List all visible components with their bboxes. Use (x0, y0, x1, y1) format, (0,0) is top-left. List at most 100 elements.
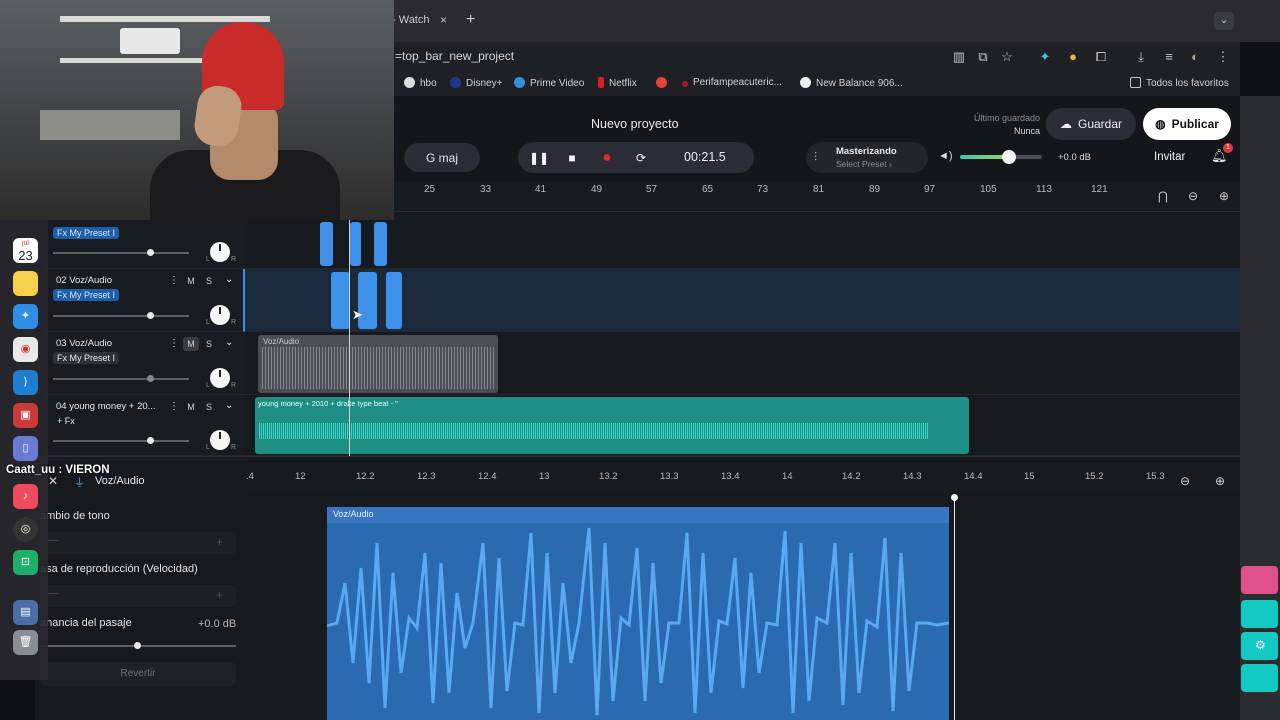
chevron-down-icon[interactable]: ⌄ (225, 337, 233, 348)
track-volume-slider[interactable] (53, 252, 189, 254)
mute-button[interactable]: M (183, 274, 199, 288)
url-text[interactable]: =top_bar_new_project (395, 49, 514, 63)
add-fx-button[interactable]: + Fx (53, 415, 79, 427)
track-menu-icon[interactable]: ⋮ (169, 275, 179, 286)
mute-button[interactable]: M (183, 400, 199, 414)
minus-icon[interactable]: — (48, 535, 58, 546)
stop-icon[interactable]: ■ (563, 149, 581, 167)
playhead[interactable] (349, 212, 350, 462)
zoom-in-icon[interactable]: ⊕ (1215, 474, 1225, 488)
music-icon[interactable]: ♪ (13, 484, 38, 509)
invite-button[interactable]: Invitar (1154, 151, 1185, 163)
pause-icon[interactable]: ❚❚ (529, 149, 549, 167)
zoom-in-icon[interactable]: ⊕ (1219, 189, 1229, 203)
mute-button-active[interactable]: M (183, 337, 199, 351)
app-icon[interactable]: ▯ (13, 436, 38, 461)
chevron-down-icon[interactable]: ⌄ (225, 274, 233, 285)
fx-preset-badge[interactable]: Fx My Preset I (53, 227, 120, 239)
plus-icon[interactable]: + (216, 588, 223, 602)
pan-knob[interactable] (210, 430, 230, 450)
solo-button[interactable]: S (201, 274, 217, 288)
minus-icon[interactable]: — (48, 588, 58, 599)
notes-icon[interactable] (13, 271, 38, 296)
extensions-puzzle-icon[interactable]: ⧠ (1092, 48, 1110, 66)
mastering-select[interactable]: Select Preset › (836, 159, 892, 169)
chrome-icon[interactable]: ◉ (13, 337, 38, 362)
solo-button[interactable]: S (201, 337, 217, 351)
editor-playhead[interactable] (954, 496, 955, 720)
all-favorites[interactable]: Todos los favoritos (1130, 77, 1229, 89)
fx-preset-badge[interactable]: Fx My Preset I (53, 289, 120, 301)
slider-handle[interactable] (147, 437, 154, 444)
track-name[interactable]: 02 Voz/Audio (56, 275, 112, 286)
track-header-2[interactable]: 02 Voz/Audio ⋮ M S ⌄ Fx My Preset I L R (45, 269, 245, 332)
pitch-stepper[interactable]: — + (40, 532, 236, 554)
tab-title[interactable]: - Watch (392, 14, 430, 26)
close-icon[interactable]: ✕ (48, 474, 58, 488)
browser-menu-icon[interactable]: ⋮ (1214, 48, 1232, 66)
track-volume-slider[interactable] (53, 440, 189, 442)
key-selector[interactable]: G maj (404, 143, 480, 172)
audio-clip[interactable] (374, 222, 387, 266)
pan-knob[interactable] (210, 305, 230, 325)
gain-slider-handle[interactable] (134, 642, 141, 649)
speaker-icon[interactable]: ◄) (938, 150, 953, 162)
track-volume-slider[interactable] (53, 378, 189, 380)
revert-button[interactable]: Revertir (40, 662, 236, 686)
bookmark-prime-video[interactable]: Prime Video (514, 77, 584, 89)
install-app-icon[interactable]: ⧉ (974, 48, 992, 66)
track-name[interactable]: 04 young money + 20... (56, 401, 156, 412)
zoom-out-icon[interactable]: ⊖ (1188, 189, 1198, 203)
bookmark-red[interactable] (656, 77, 672, 89)
audio-clip[interactable] (331, 272, 350, 329)
audio-clip[interactable] (350, 222, 361, 266)
bookmark-netflix[interactable]: Netflix (598, 77, 637, 89)
profile-avatar-icon[interactable]: ◐ (1186, 48, 1204, 66)
publish-button[interactable]: ◍ Publicar (1143, 108, 1231, 140)
calendar-icon[interactable]: jul 23 (13, 238, 38, 263)
slider-handle[interactable] (147, 375, 154, 382)
slider-handle[interactable] (147, 249, 154, 256)
app-icon[interactable]: ⊡ (13, 550, 38, 575)
volume-knob[interactable] (1002, 150, 1016, 164)
audio-clip[interactable] (386, 272, 402, 329)
plus-icon[interactable]: + (216, 535, 223, 549)
track-lane[interactable] (245, 212, 1240, 269)
pan-knob[interactable] (210, 368, 230, 388)
tab-list-chevron-icon[interactable]: ⌄ (1214, 12, 1234, 30)
audio-clip-teal[interactable]: young money + 2010 + drake type beat - " (255, 397, 969, 454)
extension-icon[interactable]: ● (1064, 48, 1082, 66)
app-icon[interactable]: ▣ (13, 403, 38, 428)
track-header-4[interactable]: 04 young money + 20... ⋮ M S ⌄ + Fx L R (45, 395, 245, 456)
track-volume-slider[interactable] (53, 315, 189, 317)
audio-clip[interactable] (320, 222, 333, 266)
reader-mode-icon[interactable]: ▥ (950, 48, 968, 66)
settings-widget[interactable]: ⚙ (1241, 632, 1278, 660)
zoom-out-icon[interactable]: ⊖ (1180, 474, 1190, 488)
editor-clip-header[interactable]: Voz/Audio (327, 507, 949, 523)
trash-icon[interactable]: 🗑︎ (13, 630, 38, 655)
obs-icon[interactable]: ◎ (13, 517, 38, 542)
tab-close-icon[interactable]: × (440, 13, 447, 27)
track-header-1[interactable]: Fx My Preset I L R (45, 212, 245, 269)
rate-stepper[interactable]: — + (40, 585, 236, 607)
editor-playhead-handle[interactable] (951, 494, 958, 501)
safari-icon[interactable]: ✦ (13, 304, 38, 329)
track-menu-icon[interactable]: ⋮ (169, 401, 179, 412)
slider-handle[interactable] (147, 312, 154, 319)
bookmark-hbo[interactable]: hbo (404, 77, 437, 89)
new-tab-button[interactable]: + (466, 11, 475, 29)
project-title[interactable]: Nuevo proyecto (591, 117, 679, 131)
track-name[interactable]: 03 Voz/Audio (56, 338, 112, 349)
fx-preset-badge[interactable]: Fx My Preset I (53, 352, 120, 364)
save-button[interactable]: ☁ Guardar (1046, 108, 1136, 140)
bookmark-star-icon[interactable]: ☆ (998, 48, 1016, 66)
loop-icon[interactable]: ⟳ (632, 149, 650, 167)
downloads-icon[interactable]: ▤ (13, 600, 38, 625)
bookmark-new-balance[interactable]: New Balance 906... (800, 77, 903, 89)
bookmark-disney[interactable]: Disney+ (450, 77, 502, 89)
chevron-down-icon[interactable]: ⌄ (225, 400, 233, 411)
solo-button[interactable]: S (201, 400, 217, 414)
extension-icon[interactable]: ✦ (1036, 48, 1054, 66)
record-icon[interactable]: ● (598, 149, 616, 167)
